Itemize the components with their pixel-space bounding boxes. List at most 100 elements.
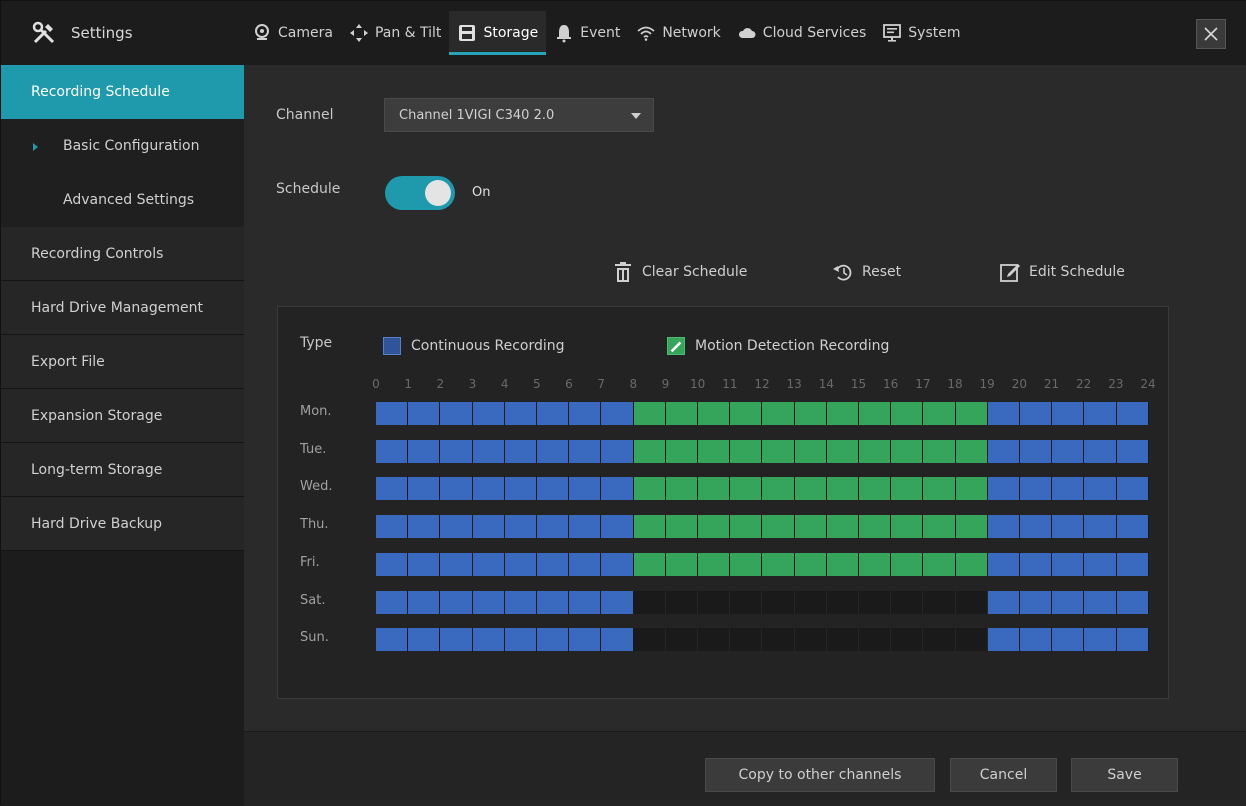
schedule-cell[interactable]: [955, 628, 988, 652]
schedule-cell[interactable]: [376, 402, 409, 425]
schedule-cell[interactable]: [1084, 552, 1117, 576]
schedule-cell[interactable]: [665, 439, 699, 463]
schedule-cell[interactable]: [1084, 402, 1117, 425]
schedule-cell[interactable]: [923, 515, 956, 539]
schedule-cell[interactable]: [891, 628, 924, 652]
schedule-cell[interactable]: [730, 402, 763, 425]
tab-camera[interactable]: Camera: [244, 11, 341, 55]
schedule-cell[interactable]: [1020, 402, 1053, 425]
schedule-cell[interactable]: [633, 590, 666, 614]
schedule-cell[interactable]: [1084, 628, 1117, 652]
schedule-cell[interactable]: [762, 628, 795, 652]
schedule-cell[interactable]: [633, 628, 666, 652]
schedule-cell[interactable]: [955, 590, 988, 614]
schedule-cell[interactable]: [762, 477, 795, 501]
schedule-cell[interactable]: [955, 439, 988, 463]
tab-pan-tilt[interactable]: Pan & Tilt: [341, 11, 449, 55]
schedule-cell[interactable]: [859, 552, 892, 576]
schedule-cell[interactable]: [955, 515, 988, 539]
schedule-cell[interactable]: [1052, 628, 1085, 652]
schedule-cell[interactable]: [601, 477, 634, 501]
schedule-cell[interactable]: [376, 628, 409, 652]
schedule-cell[interactable]: [891, 515, 924, 539]
schedule-cell[interactable]: [987, 402, 1021, 425]
schedule-cell[interactable]: [987, 515, 1021, 539]
schedule-cell[interactable]: [794, 477, 827, 501]
schedule-toggle[interactable]: [385, 176, 455, 210]
schedule-cell[interactable]: [891, 552, 924, 576]
schedule-cell[interactable]: [923, 628, 956, 652]
schedule-cell[interactable]: [665, 590, 699, 614]
schedule-cell[interactable]: [569, 439, 602, 463]
legend-continuous-recording[interactable]: Continuous Recording: [383, 337, 565, 355]
schedule-cell[interactable]: [440, 402, 473, 425]
schedule-cell[interactable]: [569, 590, 602, 614]
schedule-row[interactable]: [376, 552, 1149, 576]
schedule-cell[interactable]: [730, 439, 763, 463]
schedule-cell[interactable]: [633, 552, 666, 576]
tab-event[interactable]: Event: [546, 11, 628, 55]
schedule-cell[interactable]: [537, 477, 570, 501]
schedule-cell[interactable]: [826, 439, 860, 463]
schedule-cell[interactable]: [537, 628, 570, 652]
schedule-row[interactable]: [376, 590, 1149, 614]
schedule-cell[interactable]: [408, 477, 441, 501]
schedule-cell[interactable]: [923, 439, 956, 463]
schedule-cell[interactable]: [440, 515, 473, 539]
schedule-cell[interactable]: [923, 477, 956, 501]
schedule-cell[interactable]: [1116, 590, 1149, 614]
schedule-cell[interactable]: [891, 439, 924, 463]
schedule-cell[interactable]: [601, 402, 634, 425]
schedule-cell[interactable]: [923, 552, 956, 576]
schedule-cell[interactable]: [698, 515, 731, 539]
sidebar-item-long-term-storage[interactable]: Long-term Storage: [1, 443, 244, 497]
schedule-cell[interactable]: [472, 439, 505, 463]
schedule-cell[interactable]: [1116, 515, 1149, 539]
schedule-cell[interactable]: [601, 439, 634, 463]
schedule-cell[interactable]: [633, 402, 666, 425]
schedule-cell[interactable]: [1020, 590, 1053, 614]
schedule-cell[interactable]: [859, 590, 892, 614]
schedule-cell[interactable]: [891, 590, 924, 614]
schedule-cell[interactable]: [923, 590, 956, 614]
schedule-cell[interactable]: [665, 515, 699, 539]
schedule-cell[interactable]: [1052, 552, 1085, 576]
schedule-cell[interactable]: [826, 552, 860, 576]
schedule-cell[interactable]: [601, 552, 634, 576]
schedule-cell[interactable]: [987, 628, 1021, 652]
schedule-cell[interactable]: [698, 402, 731, 425]
schedule-cell[interactable]: [1052, 439, 1085, 463]
reset-button[interactable]: Reset: [832, 261, 901, 283]
schedule-cell[interactable]: [665, 402, 699, 425]
schedule-cell[interactable]: [408, 590, 441, 614]
tab-system[interactable]: System: [874, 11, 968, 55]
schedule-cell[interactable]: [859, 628, 892, 652]
schedule-row[interactable]: [376, 628, 1149, 652]
schedule-cell[interactable]: [601, 628, 634, 652]
schedule-cell[interactable]: [665, 552, 699, 576]
schedule-cell[interactable]: [376, 590, 409, 614]
schedule-cell[interactable]: [408, 628, 441, 652]
schedule-cell[interactable]: [569, 477, 602, 501]
schedule-cell[interactable]: [1020, 552, 1053, 576]
schedule-cell[interactable]: [730, 515, 763, 539]
schedule-cell[interactable]: [826, 402, 860, 425]
schedule-cell[interactable]: [730, 590, 763, 614]
schedule-cell[interactable]: [569, 402, 602, 425]
schedule-cell[interactable]: [859, 477, 892, 501]
sidebar-item-hard-drive-backup[interactable]: Hard Drive Backup: [1, 497, 244, 551]
schedule-cell[interactable]: [1084, 515, 1117, 539]
schedule-cell[interactable]: [569, 628, 602, 652]
schedule-cell[interactable]: [440, 590, 473, 614]
sidebar-item-recording-schedule[interactable]: Recording Schedule: [1, 65, 244, 119]
schedule-cell[interactable]: [569, 515, 602, 539]
schedule-cell[interactable]: [826, 628, 860, 652]
schedule-cell[interactable]: [1020, 515, 1053, 539]
schedule-cell[interactable]: [665, 628, 699, 652]
legend-motion-recording[interactable]: Motion Detection Recording: [667, 337, 889, 355]
schedule-cell[interactable]: [569, 552, 602, 576]
schedule-cell[interactable]: [376, 552, 409, 576]
schedule-cell[interactable]: [826, 590, 860, 614]
schedule-cell[interactable]: [504, 477, 538, 501]
schedule-cell[interactable]: [1020, 477, 1053, 501]
